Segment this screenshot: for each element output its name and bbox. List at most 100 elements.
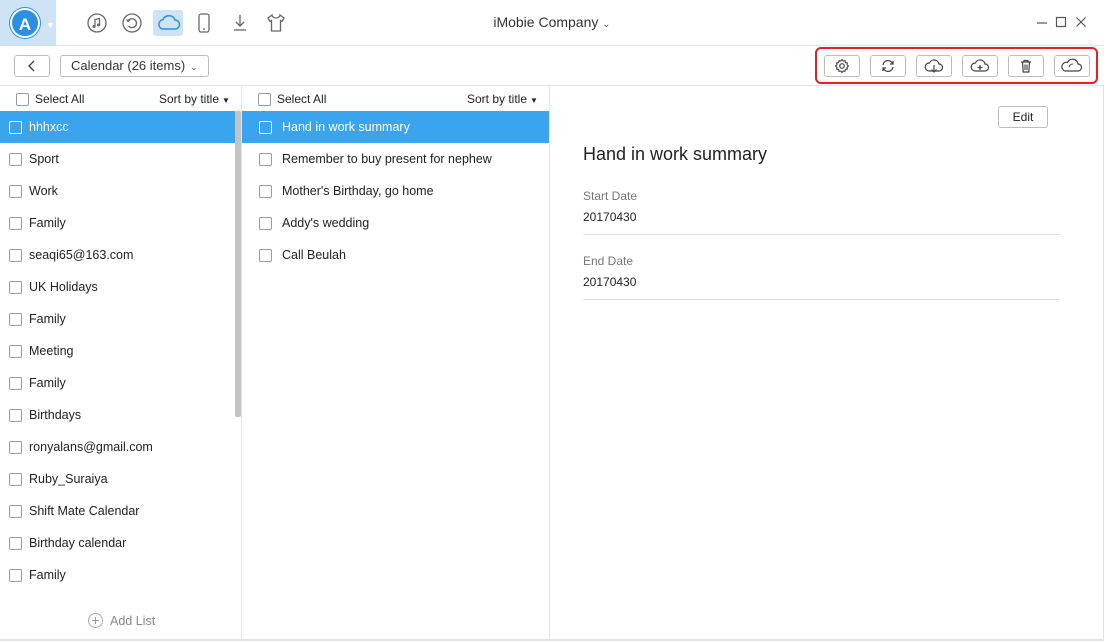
toolbar: Calendar (26 items) ⌄ <box>0 46 1104 86</box>
shirt-icon[interactable] <box>261 10 291 36</box>
item-checkbox[interactable] <box>9 536 22 550</box>
calendar-item[interactable]: Family <box>0 559 235 591</box>
end-date-value: 20170430 <box>583 275 637 289</box>
phone-icon[interactable] <box>189 10 219 36</box>
calendar-list-header: Select All Sort by title ▼ <box>0 86 241 111</box>
event-list-header: Select All Sort by title ▼ <box>242 86 549 111</box>
calendar-item[interactable]: Family <box>0 367 235 399</box>
close-button[interactable] <box>1073 14 1089 30</box>
calendar-item-label: ronyalans@gmail.com <box>29 440 153 454</box>
event-item-label: Hand in work summary <box>282 120 410 134</box>
event-list-panel: Select All Sort by title ▼ Hand in work s… <box>242 86 550 641</box>
item-checkbox[interactable] <box>259 184 272 198</box>
calendar-item[interactable]: UK Holidays <box>0 271 235 303</box>
sort-dropdown[interactable]: Sort by title ▼ <box>159 92 230 106</box>
divider <box>583 234 1059 235</box>
calendar-item[interactable]: Shift Mate Calendar <box>0 495 235 527</box>
calendar-item[interactable]: Ruby_Suraiya <box>0 463 235 495</box>
event-item[interactable]: Mother's Birthday, go home <box>242 175 549 207</box>
sync-icon <box>882 59 894 73</box>
history-icon[interactable] <box>117 10 147 36</box>
calendar-item-label: Sport <box>29 152 59 166</box>
chevron-down-icon: ▼ <box>46 20 55 30</box>
item-checkbox[interactable] <box>9 312 22 326</box>
calendar-item-label: Family <box>29 568 66 582</box>
cloud-download-icon <box>924 59 944 73</box>
select-all-checkbox[interactable] <box>258 92 271 106</box>
maximize-button[interactable] <box>1053 14 1069 30</box>
cloud-upload-button[interactable] <box>962 55 998 77</box>
calendar-item[interactable]: Family <box>0 207 235 239</box>
item-checkbox[interactable] <box>9 472 22 486</box>
item-checkbox[interactable] <box>259 248 272 262</box>
delete-button[interactable] <box>1008 55 1044 77</box>
item-checkbox[interactable] <box>9 504 22 518</box>
settings-button[interactable] <box>824 55 860 77</box>
caret-down-icon: ▼ <box>222 96 230 105</box>
event-item[interactable]: Call Beulah <box>242 239 549 271</box>
calendar-item-label: seaqi65@163.com <box>29 248 134 262</box>
select-all-events[interactable]: Select All <box>258 92 326 106</box>
calendar-item-label: Meeting <box>29 344 74 358</box>
event-item[interactable]: Remember to buy present for nephew <box>242 143 549 175</box>
calendar-item[interactable]: Birthdays <box>0 399 235 431</box>
calendar-item[interactable]: Birthday calendar <box>0 527 235 559</box>
item-checkbox[interactable] <box>9 376 22 390</box>
calendar-item[interactable]: Work <box>0 175 235 207</box>
item-checkbox[interactable] <box>9 216 22 230</box>
item-checkbox[interactable] <box>259 216 272 230</box>
item-checkbox[interactable] <box>9 440 22 454</box>
item-checkbox[interactable] <box>9 568 22 582</box>
calendar-item-label: hhhxcc <box>29 120 69 134</box>
item-checkbox[interactable] <box>9 344 22 358</box>
title-bar: A ▼ iMobie Company ⌄ <box>0 0 1104 46</box>
event-item-label: Remember to buy present for nephew <box>282 152 492 166</box>
sync-button[interactable] <box>870 55 906 77</box>
calendar-item[interactable]: ronyalans@gmail.com <box>0 431 235 463</box>
item-checkbox[interactable] <box>259 120 272 134</box>
event-item[interactable]: Hand in work summary <box>242 111 549 143</box>
item-checkbox[interactable] <box>9 184 22 198</box>
select-all-label: Select All <box>277 92 327 106</box>
device-name[interactable]: iMobie Company ⌄ <box>493 14 610 30</box>
app-logo-icon: A <box>10 8 40 38</box>
event-item-label: Mother's Birthday, go home <box>282 184 434 198</box>
item-checkbox[interactable] <box>9 152 22 166</box>
calendar-item[interactable]: Sport <box>0 143 235 175</box>
calendar-item[interactable]: hhhxcc <box>0 111 235 143</box>
calendar-list-scrollbar[interactable] <box>235 111 241 417</box>
calendar-item[interactable]: Meeting <box>0 335 235 367</box>
minimize-button[interactable] <box>1034 14 1050 30</box>
cloud-icon[interactable] <box>153 10 183 36</box>
cloud-transfer-button[interactable] <box>1054 55 1090 77</box>
calendar-item[interactable]: Family <box>0 303 235 335</box>
item-checkbox[interactable] <box>9 120 22 134</box>
add-list-button[interactable]: Add List <box>88 613 155 628</box>
cloud-download-button[interactable] <box>916 55 952 77</box>
edit-button[interactable]: Edit <box>998 106 1048 128</box>
event-item[interactable]: Addy's wedding <box>242 207 549 239</box>
select-all-calendars[interactable]: Select All <box>16 92 84 106</box>
calendar-item-label: UK Holidays <box>29 280 98 294</box>
category-dropdown[interactable]: Calendar (26 items) ⌄ <box>60 55 209 77</box>
back-button[interactable] <box>14 55 50 77</box>
add-list-label: Add List <box>110 613 156 628</box>
settings-icon <box>834 58 850 74</box>
download-icon[interactable] <box>225 10 255 36</box>
item-checkbox[interactable] <box>259 152 272 166</box>
device-name-label: iMobie Company <box>493 14 599 30</box>
sort-dropdown[interactable]: Sort by title ▼ <box>467 92 538 106</box>
event-detail-panel: Edit Hand in work summary Start Date 201… <box>550 86 1104 641</box>
category-label: Calendar (26 items) <box>71 58 186 73</box>
calendar-item[interactable]: seaqi65@163.com <box>0 239 235 271</box>
app-logo-button[interactable]: A ▼ <box>0 0 56 46</box>
item-checkbox[interactable] <box>9 408 22 422</box>
event-item-label: Call Beulah <box>282 248 346 262</box>
item-checkbox[interactable] <box>9 280 22 294</box>
event-item-label: Addy's wedding <box>282 216 370 230</box>
calendar-item-label: Family <box>29 216 66 230</box>
trash-icon <box>1021 59 1031 73</box>
select-all-checkbox[interactable] <box>16 92 29 106</box>
item-checkbox[interactable] <box>9 248 22 262</box>
music-note-icon[interactable] <box>82 10 112 36</box>
